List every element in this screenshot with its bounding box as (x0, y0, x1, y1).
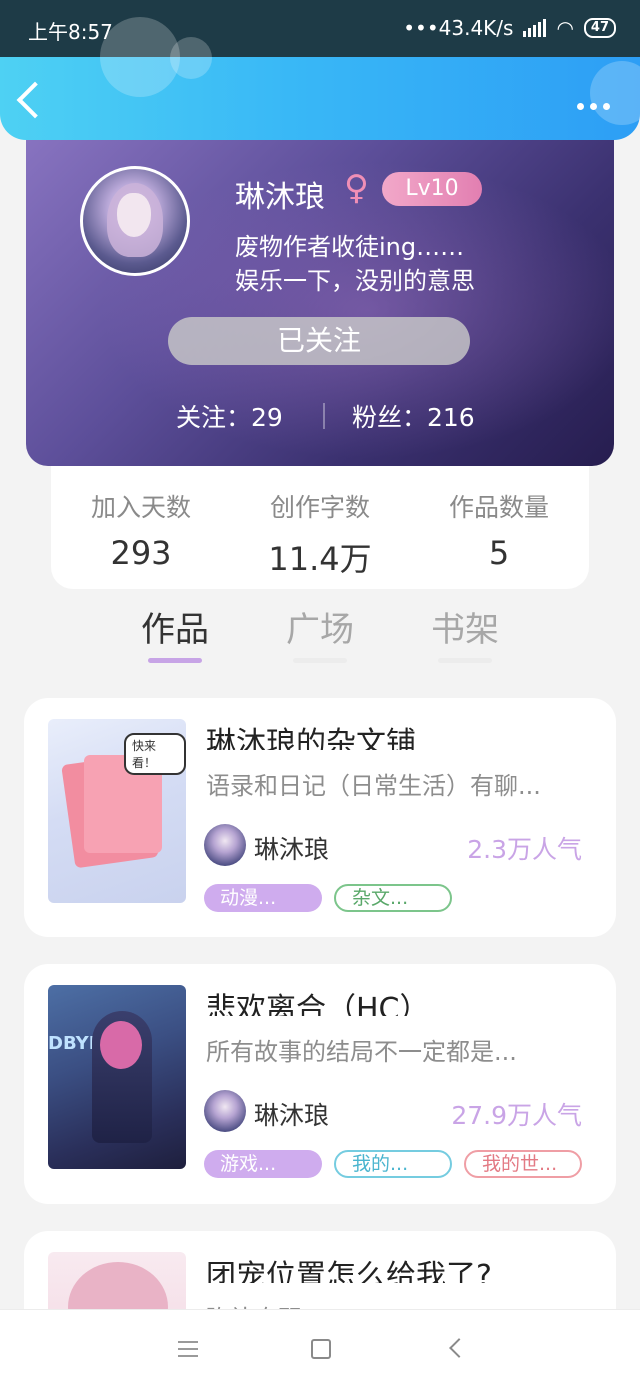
work-title: 团宠位置怎么给我了? (206, 1259, 492, 1283)
back-icon[interactable] (449, 1338, 469, 1358)
avatar-art (117, 193, 151, 237)
work-tags: 动漫... 杂文... (204, 884, 452, 912)
stat-label: 加入天数 (90, 493, 191, 522)
female-icon: ♀ (344, 168, 369, 208)
home-icon[interactable] (311, 1339, 331, 1359)
stat-value: 11.4万 (268, 540, 372, 578)
level-badge: Lv10 (382, 172, 482, 206)
work-card[interactable]: 快来看！ 琳沐琅的杂文铺 语录和日记（日常生活）有聊... 琳沐琅 2.3万人气… (24, 698, 616, 937)
tab-bookshelf[interactable]: 书架 (410, 602, 520, 651)
avatar[interactable] (80, 166, 190, 276)
cover-art (100, 1021, 142, 1069)
popularity: 2.3万人气 (467, 835, 582, 864)
bio-line: 娱乐一下，没别的意思 (235, 267, 475, 295)
stats-divider (323, 403, 325, 429)
work-cover[interactable]: DBYE (48, 985, 186, 1169)
tag[interactable]: 游戏... (204, 1150, 322, 1178)
more-options-button[interactable] (577, 103, 610, 110)
signal-icon (523, 19, 547, 37)
tab-indicator (293, 658, 347, 663)
stat-join-days: 加入天数 293 (51, 488, 231, 572)
tab-bar: 作品 广场 书架 (0, 600, 640, 668)
stat-value: 293 (110, 534, 172, 572)
profile-bio: 废物作者收徒ing…… 娱乐一下，没别的意思 (235, 230, 475, 298)
status-icons: •••43.4K/s ◠ 47 (403, 16, 616, 40)
popularity: 27.9万人气 (451, 1101, 582, 1130)
tab-works[interactable]: 作品 (120, 602, 230, 651)
back-button[interactable] (16, 81, 54, 119)
tab-indicator (438, 658, 492, 663)
menu-icon[interactable] (178, 1341, 198, 1362)
profile-name: 琳沐琅 (235, 180, 325, 215)
decor-bubble (100, 17, 180, 97)
work-cover[interactable]: 快来看！ (48, 719, 186, 903)
profile-card: 琳沐琅 ♀ Lv10 废物作者收徒ing…… 娱乐一下，没别的意思 已关注 关注… (26, 120, 614, 466)
author-name: 琳沐琅 (254, 835, 330, 864)
work-card[interactable]: DBYE 悲欢离合（HC） 所有故事的结局不一定都是... 琳沐琅 27.9万人… (24, 964, 616, 1204)
network-speed: •••43.4K/s (403, 16, 514, 40)
fans-count[interactable]: 粉丝：216 (352, 398, 475, 434)
work-title: 悲欢离合（HC） (206, 992, 430, 1016)
status-time: 上午8:57 (28, 20, 113, 44)
work-description: 所有故事的结局不一定都是... (206, 1038, 517, 1066)
decor-bubble (590, 61, 640, 125)
tag[interactable]: 我的世... (464, 1150, 582, 1178)
work-tags: 游戏... 我的... 我的世... (204, 1150, 582, 1178)
stat-value: 5 (488, 534, 510, 572)
stat-label: 作品数量 (448, 493, 549, 522)
wifi-icon: ◠ (556, 16, 574, 40)
tab-indicator-active (148, 658, 202, 663)
tag[interactable]: 杂文... (334, 884, 452, 912)
follow-button[interactable]: 已关注 (168, 317, 470, 365)
battery-icon: 47 (583, 18, 616, 38)
work-description: 语录和日记（日常生活）有聊... (206, 772, 541, 800)
stat-work-count: 作品数量 5 (409, 488, 589, 572)
tag[interactable]: 我的... (334, 1150, 452, 1178)
cover-text: 快来看！ (124, 733, 186, 775)
tab-square[interactable]: 广场 (265, 602, 375, 651)
author-name: 琳沐琅 (254, 1101, 330, 1130)
tag[interactable]: 动漫... (204, 884, 322, 912)
bio-line: 废物作者收徒ing…… (235, 233, 465, 261)
stats-card: 加入天数 293 创作字数 11.4万 作品数量 5 (51, 458, 589, 589)
following-count[interactable]: 关注：29 (176, 398, 283, 434)
stat-label: 创作字数 (269, 493, 370, 522)
work-title: 琳沐琅的杂文铺 (206, 726, 416, 750)
author-avatar (204, 1090, 246, 1132)
system-nav-bar (0, 1309, 640, 1388)
stat-word-count: 创作字数 11.4万 (230, 488, 410, 580)
top-header (0, 17, 640, 140)
decor-bubble (170, 37, 212, 79)
status-bar: 上午8:57 •••43.4K/s ◠ 47 (0, 0, 640, 57)
author-avatar (204, 824, 246, 866)
